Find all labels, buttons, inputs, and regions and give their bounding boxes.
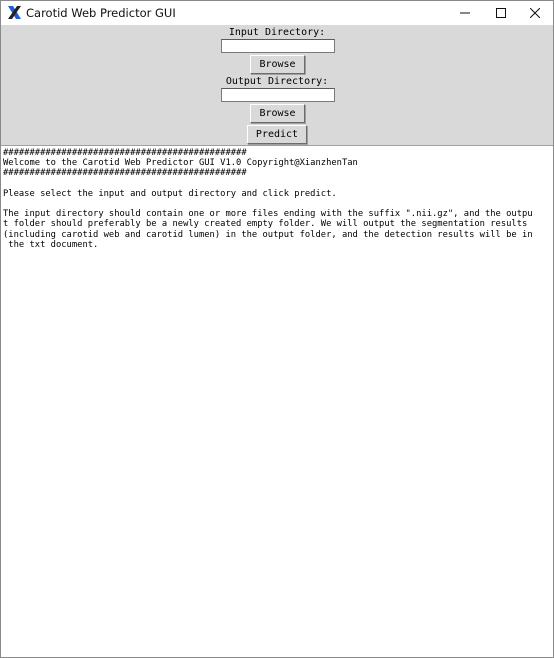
input-directory-label: Input Directory: — [228, 27, 326, 38]
close-button[interactable] — [517, 1, 553, 25]
console-line: the txt document. — [3, 239, 99, 250]
console-line: Welcome to the Carotid Web Predictor GUI… — [3, 158, 358, 169]
browse-input-button[interactable]: Browse — [250, 55, 305, 74]
minimize-icon — [460, 12, 470, 14]
output-directory-label: Output Directory: — [225, 76, 329, 87]
window-title: Carotid Web Predictor GUI — [26, 6, 176, 20]
predict-button[interactable]: Predict — [247, 125, 307, 144]
output-directory-field[interactable] — [221, 88, 335, 102]
console-line: The input directory should contain one o… — [3, 209, 533, 220]
maximize-button[interactable] — [483, 1, 519, 25]
output-console[interactable]: ########################################… — [1, 145, 553, 657]
browse-output-button[interactable]: Browse — [250, 104, 305, 123]
console-line: Please select the input and output direc… — [3, 188, 337, 199]
console-line: t folder should preferably be a newly cr… — [3, 219, 528, 230]
title-bar[interactable]: Carotid Web Predictor GUI — [1, 1, 553, 25]
maximize-icon — [496, 8, 506, 18]
close-icon — [530, 8, 540, 18]
input-directory-field[interactable] — [221, 39, 335, 53]
tk-feather-x-icon — [7, 5, 22, 20]
console-line: ########################################… — [3, 148, 247, 158]
console-line: ########################################… — [3, 168, 247, 179]
console-text: ########################################… — [3, 148, 551, 250]
minimize-button[interactable] — [447, 1, 483, 25]
app-window: Carotid Web Predictor GUI Input Director… — [0, 0, 554, 658]
console-line: (including carotid web and carotid lumen… — [3, 229, 533, 240]
directory-form: Input Directory: Browse Output Directory… — [1, 25, 553, 145]
